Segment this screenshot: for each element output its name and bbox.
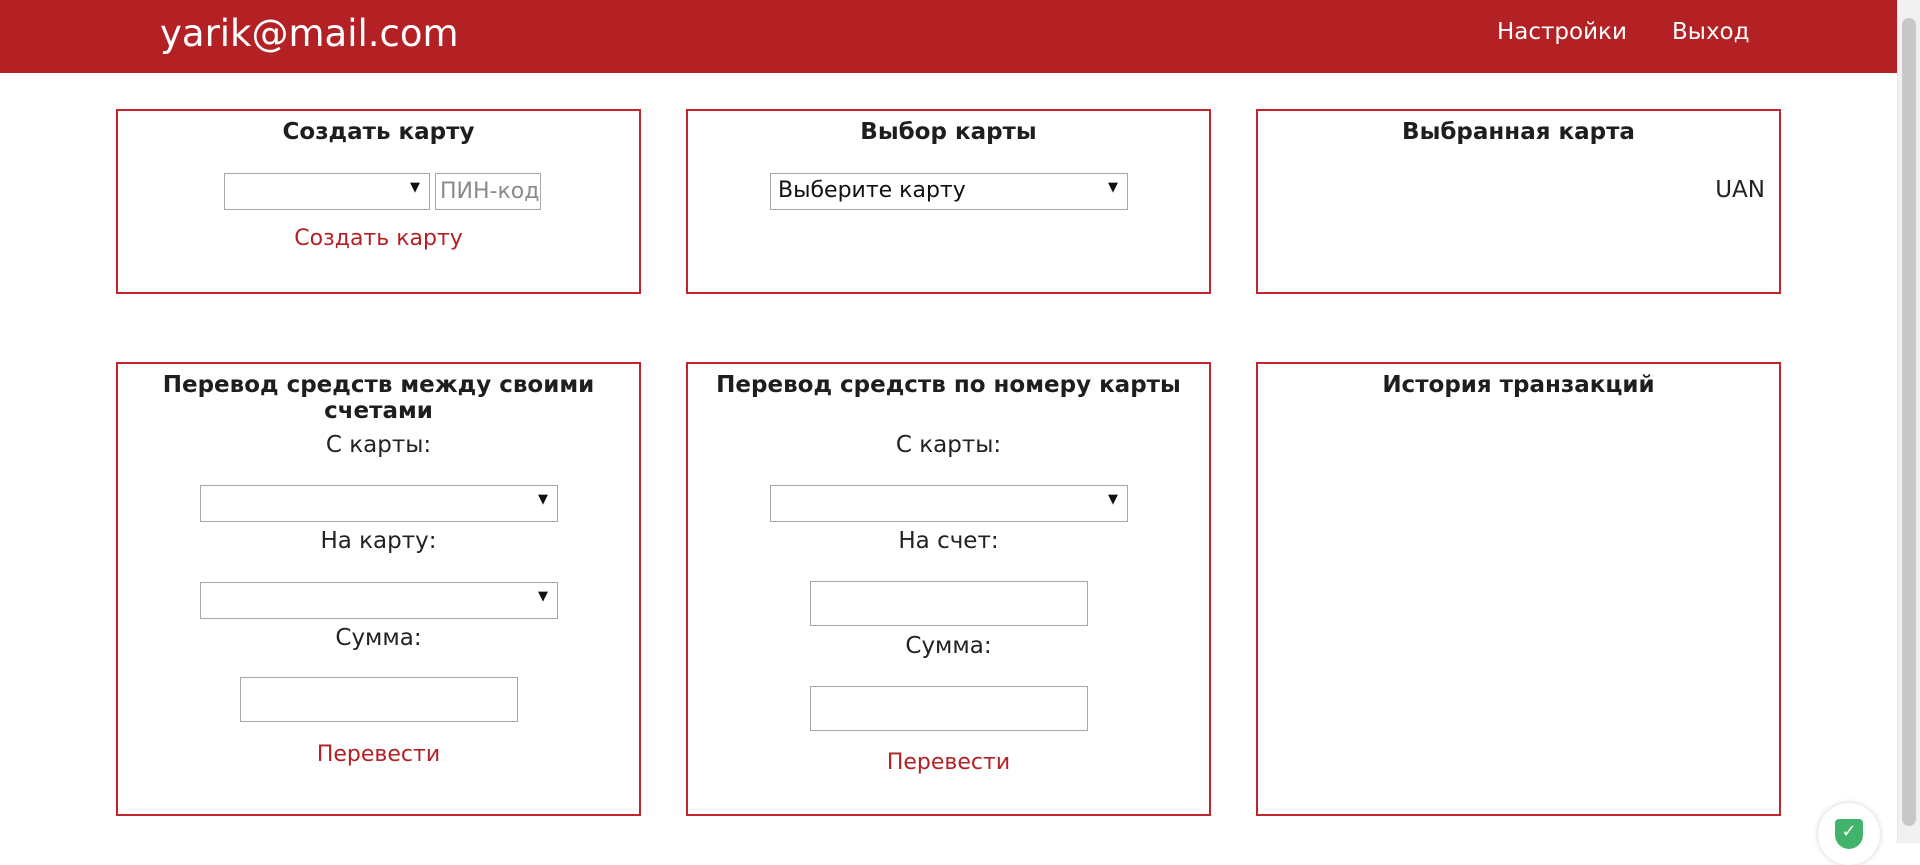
transfer-card-from-select[interactable]: ▼ — [770, 485, 1128, 522]
create-card-title: Создать карту — [282, 119, 475, 145]
chevron-down-icon: ▼ — [1108, 492, 1118, 507]
scrollbar-thumb[interactable] — [1902, 18, 1916, 826]
chevron-down-icon: ▼ — [410, 180, 420, 195]
user-email: yarik@mail.com — [160, 12, 459, 55]
page-scrollbar[interactable] — [1897, 0, 1920, 843]
logout-link[interactable]: Выход — [1672, 19, 1750, 45]
transfer-own-to-label: На карту: — [320, 528, 437, 554]
chevron-down-icon: ▼ — [1108, 180, 1118, 195]
transfer-own-to-select[interactable]: ▼ — [200, 582, 558, 619]
history-panel: История транзакций — [1256, 362, 1781, 816]
security-badge[interactable]: ✓ — [1818, 803, 1880, 865]
transfer-card-submit-button[interactable]: Перевести — [688, 750, 1209, 775]
transfer-own-from-select[interactable]: ▼ — [200, 485, 558, 522]
transfer-own-panel: Перевод средств между своими счетами С к… — [116, 362, 641, 816]
top-header: yarik@mail.com Настройки Выход — [0, 0, 1897, 73]
transfer-own-amount-label: Сумма: — [335, 625, 422, 651]
card-select-dropdown[interactable]: Выберите карту ▼ — [770, 173, 1128, 210]
transfer-card-amount-label: Сумма: — [905, 633, 992, 659]
chevron-down-icon: ▼ — [538, 589, 548, 604]
pin-code-placeholder: ПИН-код — [440, 179, 540, 204]
card-currency-select[interactable]: ▼ — [224, 173, 430, 210]
create-card-panel: Создать карту ▼ ПИН-код Создать карту — [116, 109, 641, 294]
pin-code-input[interactable]: ПИН-код — [435, 173, 541, 210]
transfer-card-title: Перевод средств по номеру карты — [716, 372, 1181, 398]
transfer-own-from-label: С карты: — [325, 432, 432, 458]
selected-card-panel: Выбранная карта UAN — [1256, 109, 1781, 294]
selected-card-currency: UAN — [1715, 177, 1765, 203]
history-title: История транзакций — [1382, 372, 1655, 398]
transfer-card-from-label: С карты: — [895, 432, 1002, 458]
card-select-title: Выбор карты — [860, 119, 1037, 145]
transfer-own-title: Перевод средств между своими счетами — [162, 372, 595, 424]
card-select-value: Выберите карту — [778, 178, 966, 203]
create-card-button[interactable]: Создать карту — [118, 226, 639, 251]
transfer-card-amount-input[interactable] — [810, 686, 1088, 731]
transfer-own-submit-button[interactable]: Перевести — [118, 742, 639, 767]
chevron-down-icon: ▼ — [538, 492, 548, 507]
transfer-card-panel: Перевод средств по номеру карты С карты:… — [686, 362, 1211, 816]
transfer-own-amount-input[interactable] — [240, 677, 518, 722]
transfer-card-account-input[interactable] — [810, 581, 1088, 626]
shield-check-icon: ✓ — [1835, 819, 1863, 849]
card-select-panel: Выбор карты Выберите карту ▼ — [686, 109, 1211, 294]
transfer-card-to-label: На счет: — [898, 528, 999, 554]
settings-link[interactable]: Настройки — [1497, 19, 1627, 45]
selected-card-title: Выбранная карта — [1402, 119, 1635, 145]
